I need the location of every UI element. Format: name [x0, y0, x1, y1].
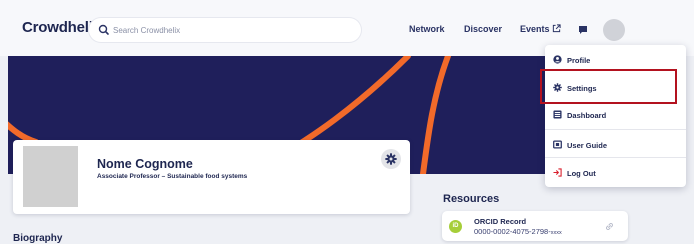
user-circle-icon	[553, 55, 562, 64]
nav-network-link[interactable]: Network	[409, 24, 445, 34]
settings-highlight-box	[540, 69, 677, 104]
resources-heading: Resources	[443, 193, 500, 205]
biography-heading: Biography	[13, 233, 63, 244]
menu-item-label: User Guide	[567, 141, 608, 150]
external-link-icon	[552, 24, 561, 33]
dashboard-icon	[553, 110, 562, 119]
orcid-logo-icon: iD	[449, 220, 462, 233]
link-icon[interactable]	[604, 221, 615, 232]
user-dropdown-menu: Profile Settings Dashboard User Guide Lo…	[545, 45, 686, 187]
logout-icon	[553, 168, 562, 177]
orcid-record-card[interactable]: iD ORCID Record 0000-0002-4075-2798-xxxx	[442, 211, 628, 241]
menu-item-dashboard[interactable]: Dashboard	[545, 104, 686, 126]
menu-divider	[545, 129, 686, 130]
nav-discover-link[interactable]: Discover	[464, 24, 502, 34]
search-box[interactable]	[89, 18, 361, 42]
menu-item-logout[interactable]: Log Out	[545, 162, 686, 184]
orcid-record-label: ORCID Record	[474, 217, 527, 226]
orcid-id-value: 0000-0002-4075-2798-xxxx	[474, 227, 562, 236]
profile-photo	[23, 146, 78, 207]
profile-name: Nome Cognome	[97, 157, 193, 171]
search-icon	[98, 24, 109, 35]
profile-card: Nome Cognome Associate Professor – Susta…	[13, 140, 410, 214]
menu-item-user-guide[interactable]: User Guide	[545, 134, 686, 156]
gear-icon	[385, 153, 397, 165]
menu-divider	[545, 157, 686, 158]
chat-icon[interactable]	[578, 25, 588, 35]
edit-profile-settings-button[interactable]	[381, 149, 401, 169]
nav-events-link[interactable]: Events	[520, 24, 550, 34]
user-avatar-button[interactable]	[603, 19, 625, 41]
profile-job-title: Associate Professor – Sustainable food s…	[97, 173, 248, 180]
menu-item-label: Dashboard	[567, 111, 607, 120]
menu-item-profile[interactable]: Profile	[545, 49, 686, 71]
menu-item-label: Log Out	[567, 169, 596, 178]
book-icon	[553, 140, 562, 149]
menu-item-label: Profile	[567, 56, 591, 65]
search-input[interactable]	[113, 21, 353, 39]
